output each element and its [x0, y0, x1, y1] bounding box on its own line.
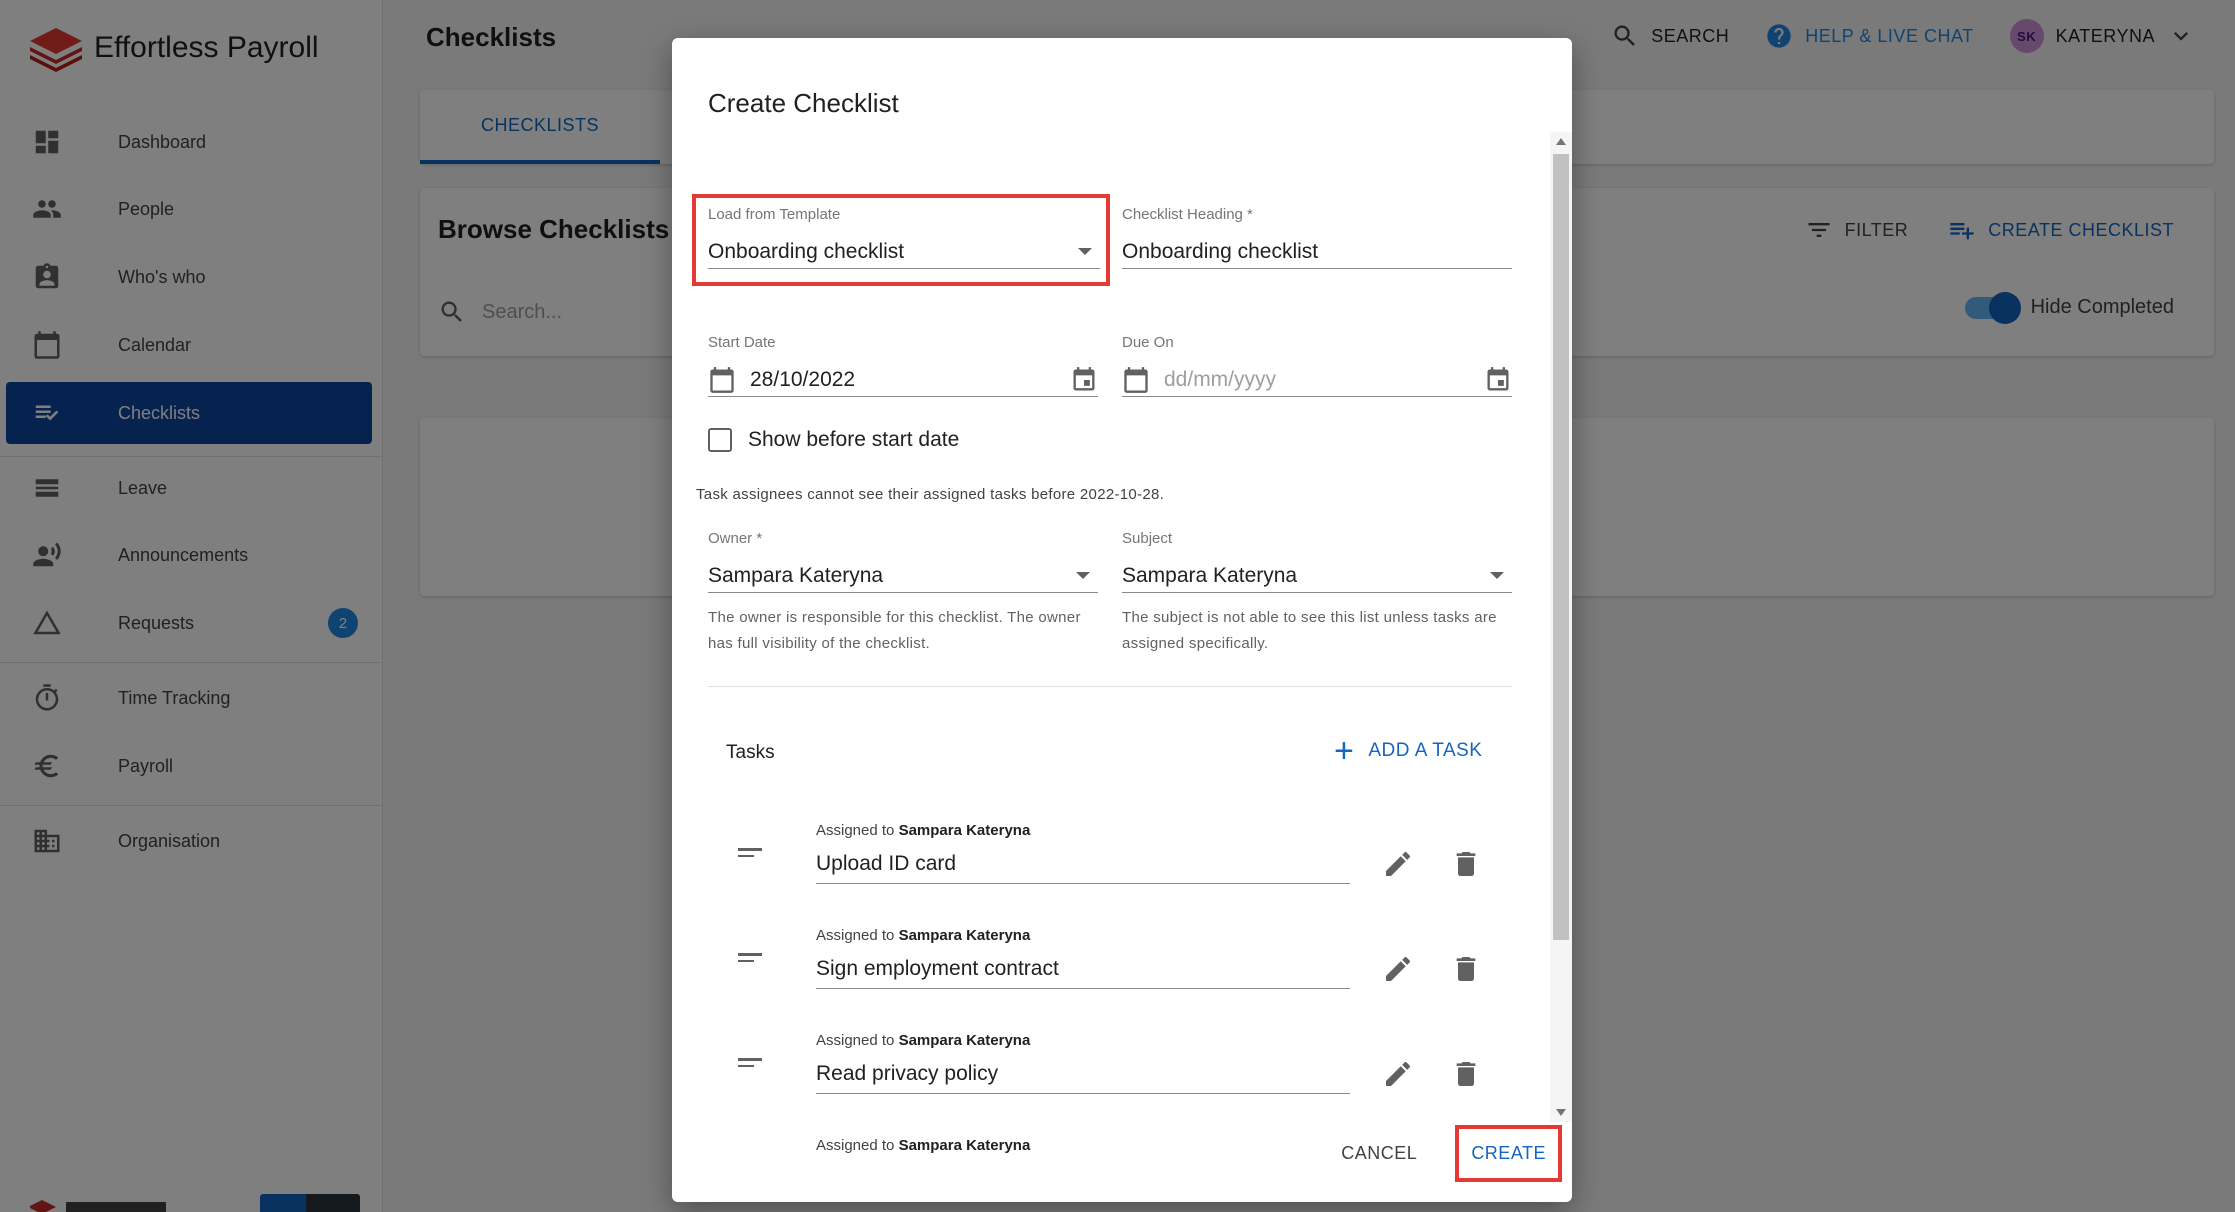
checkbox[interactable] — [708, 428, 732, 452]
calendar-picker-icon[interactable] — [1070, 366, 1098, 394]
delete-icon[interactable] — [1450, 1058, 1482, 1090]
calendar-icon — [1124, 366, 1148, 393]
show-before-start-checkbox[interactable]: Show before start date — [708, 428, 959, 452]
template-value: Onboarding checklist — [708, 239, 905, 263]
owner-label: Owner * — [708, 530, 763, 547]
add-task-button[interactable]: + ADD A TASK — [1334, 734, 1482, 768]
scrollbar-thumb[interactable] — [1553, 154, 1569, 940]
template-label: Load from Template — [708, 206, 841, 223]
task-row: Assigned to Sampara Kateryna Read privac… — [708, 1018, 1512, 1118]
calendar-picker-icon[interactable] — [1484, 366, 1512, 394]
plus-icon: + — [1334, 732, 1355, 770]
subject-select[interactable]: Subject Sampara Kateryna The subject is … — [1122, 530, 1512, 657]
delete-icon[interactable] — [1450, 953, 1482, 985]
dialog-scrollbar[interactable] — [1550, 132, 1572, 1122]
dropdown-arrow-icon — [1076, 572, 1090, 579]
owner-value: Sampara Kateryna — [708, 563, 884, 587]
dropdown-arrow-icon — [1490, 572, 1504, 579]
task-row: Assigned to Sampara Kateryna Sign employ… — [708, 913, 1512, 1013]
section-divider — [708, 686, 1512, 687]
checklist-heading-field[interactable]: Checklist Heading * Onboarding checklist — [1122, 206, 1512, 269]
edit-icon[interactable] — [1382, 953, 1414, 985]
start-date-field[interactable]: Start Date 28/10/2022 — [708, 334, 1098, 397]
edit-icon[interactable] — [1382, 848, 1414, 880]
template-select[interactable]: Load from Template Onboarding checklist — [708, 206, 1100, 269]
task-name-field[interactable]: Sign employment contract — [816, 949, 1350, 989]
edit-icon[interactable] — [1382, 1058, 1414, 1090]
scroll-down-arrow-icon[interactable] — [1556, 1109, 1566, 1116]
scroll-up-arrow-icon[interactable] — [1556, 138, 1566, 145]
tasks-heading: Tasks — [726, 742, 775, 763]
task-assignee: Assigned to Sampara Kateryna — [816, 927, 1031, 944]
dialog-title: Create Checklist — [708, 88, 899, 118]
due-date-placeholder: dd/mm/yyyy — [1164, 367, 1277, 391]
calendar-icon — [710, 366, 734, 393]
due-date-field[interactable]: Due On dd/mm/yyyy — [1122, 334, 1512, 397]
cancel-button[interactable]: CANCEL — [1323, 1129, 1435, 1178]
delete-icon[interactable] — [1450, 848, 1482, 880]
heading-value: Onboarding checklist — [1122, 239, 1319, 263]
due-date-label: Due On — [1122, 334, 1174, 351]
owner-select[interactable]: Owner * Sampara Kateryna The owner is re… — [708, 530, 1098, 657]
dialog-actions: CANCEL CREATE — [1323, 1125, 1562, 1182]
create-checklist-dialog: Create Checklist Load from Template Onbo… — [672, 38, 1572, 1202]
start-date-value: 28/10/2022 — [750, 367, 856, 391]
task-assignee: Assigned to Sampara Kateryna — [816, 1137, 1031, 1154]
add-task-label: ADD A TASK — [1368, 740, 1483, 761]
subject-value: Sampara Kateryna — [1122, 563, 1298, 587]
create-button[interactable]: CREATE — [1455, 1125, 1562, 1182]
owner-helper-text: The owner is responsible for this checkl… — [708, 609, 1081, 652]
drag-handle-icon[interactable] — [738, 953, 762, 967]
dropdown-arrow-icon — [1078, 248, 1092, 255]
start-date-label: Start Date — [708, 334, 776, 351]
heading-label: Checklist Heading * — [1122, 206, 1253, 223]
task-name-field[interactable]: Read privacy policy — [816, 1054, 1350, 1094]
task-assignee: Assigned to Sampara Kateryna — [816, 1032, 1031, 1049]
drag-handle-icon[interactable] — [738, 1058, 762, 1072]
task-assignee: Assigned to Sampara Kateryna — [816, 822, 1031, 839]
drag-handle-icon[interactable] — [738, 848, 762, 862]
dialog-content: Load from Template Onboarding checklist … — [672, 134, 1572, 1158]
visibility-notice: Task assignees cannot see their assigned… — [696, 486, 1165, 503]
subject-label: Subject — [1122, 530, 1173, 547]
subject-helper-text: The subject is not able to see this list… — [1122, 609, 1497, 652]
show-before-start-label: Show before start date — [748, 428, 960, 451]
task-row: Assigned to Sampara Kateryna Upload ID c… — [708, 808, 1512, 908]
task-name-field[interactable]: Upload ID card — [816, 844, 1350, 884]
